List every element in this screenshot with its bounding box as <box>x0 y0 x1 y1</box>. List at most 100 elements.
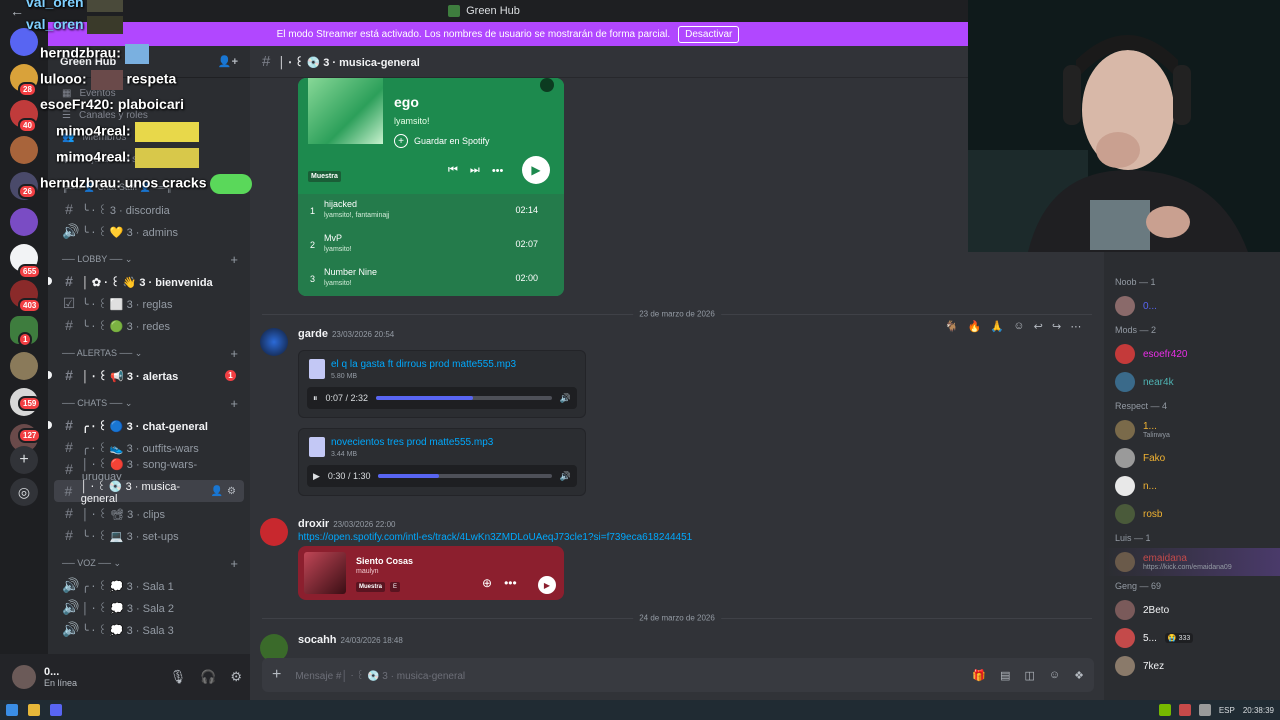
discord-taskbar-icon[interactable] <box>50 704 62 716</box>
gift-icon[interactable]: 🎁 <box>972 669 986 682</box>
file-name[interactable]: novecientos tres prod matte555.mp3 <box>331 437 493 448</box>
upload-plus-icon[interactable]: + <box>272 666 281 684</box>
clock[interactable]: 20:38:39 <box>1243 706 1274 715</box>
channel-alertas[interactable]: # │ ⋅ ꒰ 📢 3 · alertas 1 <box>48 364 244 386</box>
channel-discordia[interactable]: # ╰ ⋅ ꒰ 3 · discordia <box>54 198 244 220</box>
gear-icon[interactable]: ⚙ <box>230 669 242 685</box>
apps-icon[interactable]: ❖ <box>1074 669 1084 682</box>
more-icon[interactable]: ••• <box>492 165 504 177</box>
deactivate-button[interactable]: Desactivar <box>678 25 740 43</box>
tray-icon[interactable] <box>1158 704 1171 716</box>
album-cover[interactable] <box>308 78 383 144</box>
channel-set-ups[interactable]: # ╰ ⋅ ꒰ 💻 3 · set-ups <box>54 524 244 546</box>
avatar[interactable] <box>260 328 288 356</box>
file-name[interactable]: el q la gasta ft dirrous prod matte555.m… <box>331 359 516 370</box>
emoji-icon[interactable]: ☺ <box>1049 669 1060 682</box>
sticker-icon[interactable]: ◫ <box>1024 669 1034 682</box>
add-icon[interactable]: ⊕ <box>482 576 492 590</box>
explore-icon[interactable]: ◎ <box>10 478 38 506</box>
reaction-icon[interactable]: 🔥 <box>967 320 981 333</box>
server-icon[interactable] <box>10 352 38 380</box>
member-item[interactable]: rosb <box>1104 500 1280 528</box>
previous-icon[interactable]: ⏮ <box>448 164 458 177</box>
category-voz[interactable]: ── VOZ ── ⌄ + <box>48 552 250 574</box>
play-button[interactable]: ▶ <box>522 156 550 184</box>
volume-icon[interactable]: 🔊 <box>560 393 571 404</box>
audio-progress-bar[interactable] <box>376 396 552 400</box>
track-row[interactable]: 2 MvP lyamsito! 02:07 <box>298 228 564 262</box>
voice-sala-3[interactable]: 🔊 ╰ ⋅ ꒰ 💭 3 · Sala 3 <box>54 618 244 640</box>
message-author[interactable]: socahh 24/03/2026 18:48 <box>298 634 403 646</box>
reply-icon[interactable]: ↩ <box>1034 320 1043 333</box>
voice-sala-2[interactable]: 🔊 │ ⋅ ꒰ 💭 3 · Sala 2 <box>54 596 244 618</box>
start-icon[interactable] <box>6 704 18 716</box>
invite-icon[interactable]: 👤 <box>211 486 223 497</box>
channel-admins[interactable]: 🔊 ╰ ⋅ ꒰ 💛 3 · admins <box>54 220 244 242</box>
gif-icon[interactable]: ▤ <box>1000 669 1010 682</box>
more-icon[interactable]: ••• <box>504 576 517 590</box>
member-item[interactable]: Fako <box>1104 444 1280 472</box>
add-channel-icon[interactable]: + <box>230 346 238 361</box>
add-channel-icon[interactable]: + <box>230 556 238 571</box>
avatar[interactable] <box>12 665 36 689</box>
progress-fill <box>378 474 440 478</box>
voice-sala-1[interactable]: 🔊 ╭ ⋅ ꒰ 💭 3 · Sala 1 <box>54 574 244 596</box>
spotify-album-embed: ego lyamsito! + Guardar en Spotify Muestr… <box>298 78 564 296</box>
member-item[interactable]: 5... 😭 333 <box>1104 624 1280 652</box>
channel-reglas[interactable]: ☑ ╰ ⋅ ꒰ ⬜ 3 · reglas <box>54 292 244 314</box>
tray-icon[interactable] <box>1198 704 1211 716</box>
category-chats[interactable]: ── CHATS ── ⌄ + <box>48 392 250 414</box>
channel-bienvenida[interactable]: # │ ✿ · ꒰ 👋 3 · bienvenida <box>48 270 244 292</box>
track-row[interactable]: 3 Number Nine lyamsito! 02:00 <box>298 262 564 296</box>
audio-progress-bar[interactable] <box>378 474 552 478</box>
headphones-icon[interactable]: 🎧 <box>200 669 216 685</box>
member-item[interactable]: 2Beto <box>1104 596 1280 624</box>
add-channel-icon[interactable]: + <box>230 252 238 267</box>
reaction-icon[interactable]: 🐐 <box>945 320 959 333</box>
album-title[interactable]: ego <box>394 94 419 110</box>
forward-icon[interactable]: ↪ <box>1052 320 1061 333</box>
member-item[interactable]: emaidana https://kick.com/emaidana09 <box>1104 548 1280 576</box>
member-item[interactable]: n... <box>1104 472 1280 500</box>
add-reaction-icon[interactable]: ☺ <box>1013 320 1024 332</box>
language-indicator[interactable]: ESP <box>1219 706 1235 715</box>
more-icon[interactable]: ⋯ <box>1070 320 1081 333</box>
add-server-icon[interactable]: + <box>10 446 38 474</box>
play-icon[interactable]: ▶ <box>313 471 320 482</box>
category-alertas[interactable]: ── ALERTAS ── ⌄ + <box>48 342 250 364</box>
volume-icon[interactable]: 🔊 <box>560 471 571 482</box>
category-lobby[interactable]: ── LOBBY ── ⌄ + <box>48 248 250 270</box>
avatar[interactable] <box>260 518 288 546</box>
next-icon[interactable]: ⏭ <box>470 164 480 177</box>
user-info[interactable]: 0... En línea <box>44 666 77 688</box>
tray-icon[interactable] <box>1178 704 1191 716</box>
member-item[interactable]: esoefr420 <box>1104 340 1280 368</box>
member-item[interactable]: 1... Talinwya <box>1104 416 1280 444</box>
member-item[interactable]: near4k <box>1104 368 1280 396</box>
channel-musica-general[interactable]: # │ ⋅ ꒰ 💿 3 · musica-general 👤 ⚙ <box>54 480 244 505</box>
track-row[interactable]: 1 hijacked lyamsito!, fantaminajj 02:14 <box>298 194 564 228</box>
audio-attachment: novecientos tres prod matte555.mp3 3.44 … <box>298 428 586 496</box>
channel-clips[interactable]: # │ ⋅ ꒰ 📽 3 · clips <box>54 502 244 524</box>
channel-chat-general[interactable]: # ╭ ⋅ ꒰ 🔵 3 · chat-general <box>48 414 244 436</box>
track-title[interactable]: Siento Cosas <box>356 556 413 566</box>
spotify-link[interactable]: https://open.spotify.com/intl-es/track/4… <box>298 532 692 543</box>
member-item[interactable]: 7kez <box>1104 652 1280 680</box>
pause-icon[interactable]: ⏸ <box>313 393 318 404</box>
server-icon[interactable] <box>10 208 38 236</box>
message-input[interactable]: Mensaje #│ ⋅ ꒰ 💿 3 · musica-general <box>295 669 465 682</box>
member-item[interactable]: 0... <box>1104 292 1280 320</box>
file-explorer-icon[interactable] <box>28 704 40 716</box>
track-artist[interactable]: maulyn <box>356 568 379 575</box>
gear-icon[interactable]: ⚙ <box>227 486 236 497</box>
album-artist[interactable]: lyamsito! <box>394 116 430 126</box>
message-author[interactable]: garde 23/03/2026 20:54 <box>298 328 394 340</box>
message-author[interactable]: droxir 23/03/2026 22:00 <box>298 518 395 530</box>
track-cover[interactable] <box>304 552 346 594</box>
reaction-icon[interactable]: 🙏 <box>990 320 1004 333</box>
microphone-icon[interactable]: 🎙 <box>170 669 187 685</box>
play-button[interactable]: ▶ <box>538 576 556 594</box>
save-to-spotify-button[interactable]: + Guardar en Spotify <box>394 134 490 148</box>
add-channel-icon[interactable]: + <box>230 396 238 411</box>
channel-redes[interactable]: # ╰ ⋅ ꒰ 🟢 3 · redes <box>54 314 244 336</box>
